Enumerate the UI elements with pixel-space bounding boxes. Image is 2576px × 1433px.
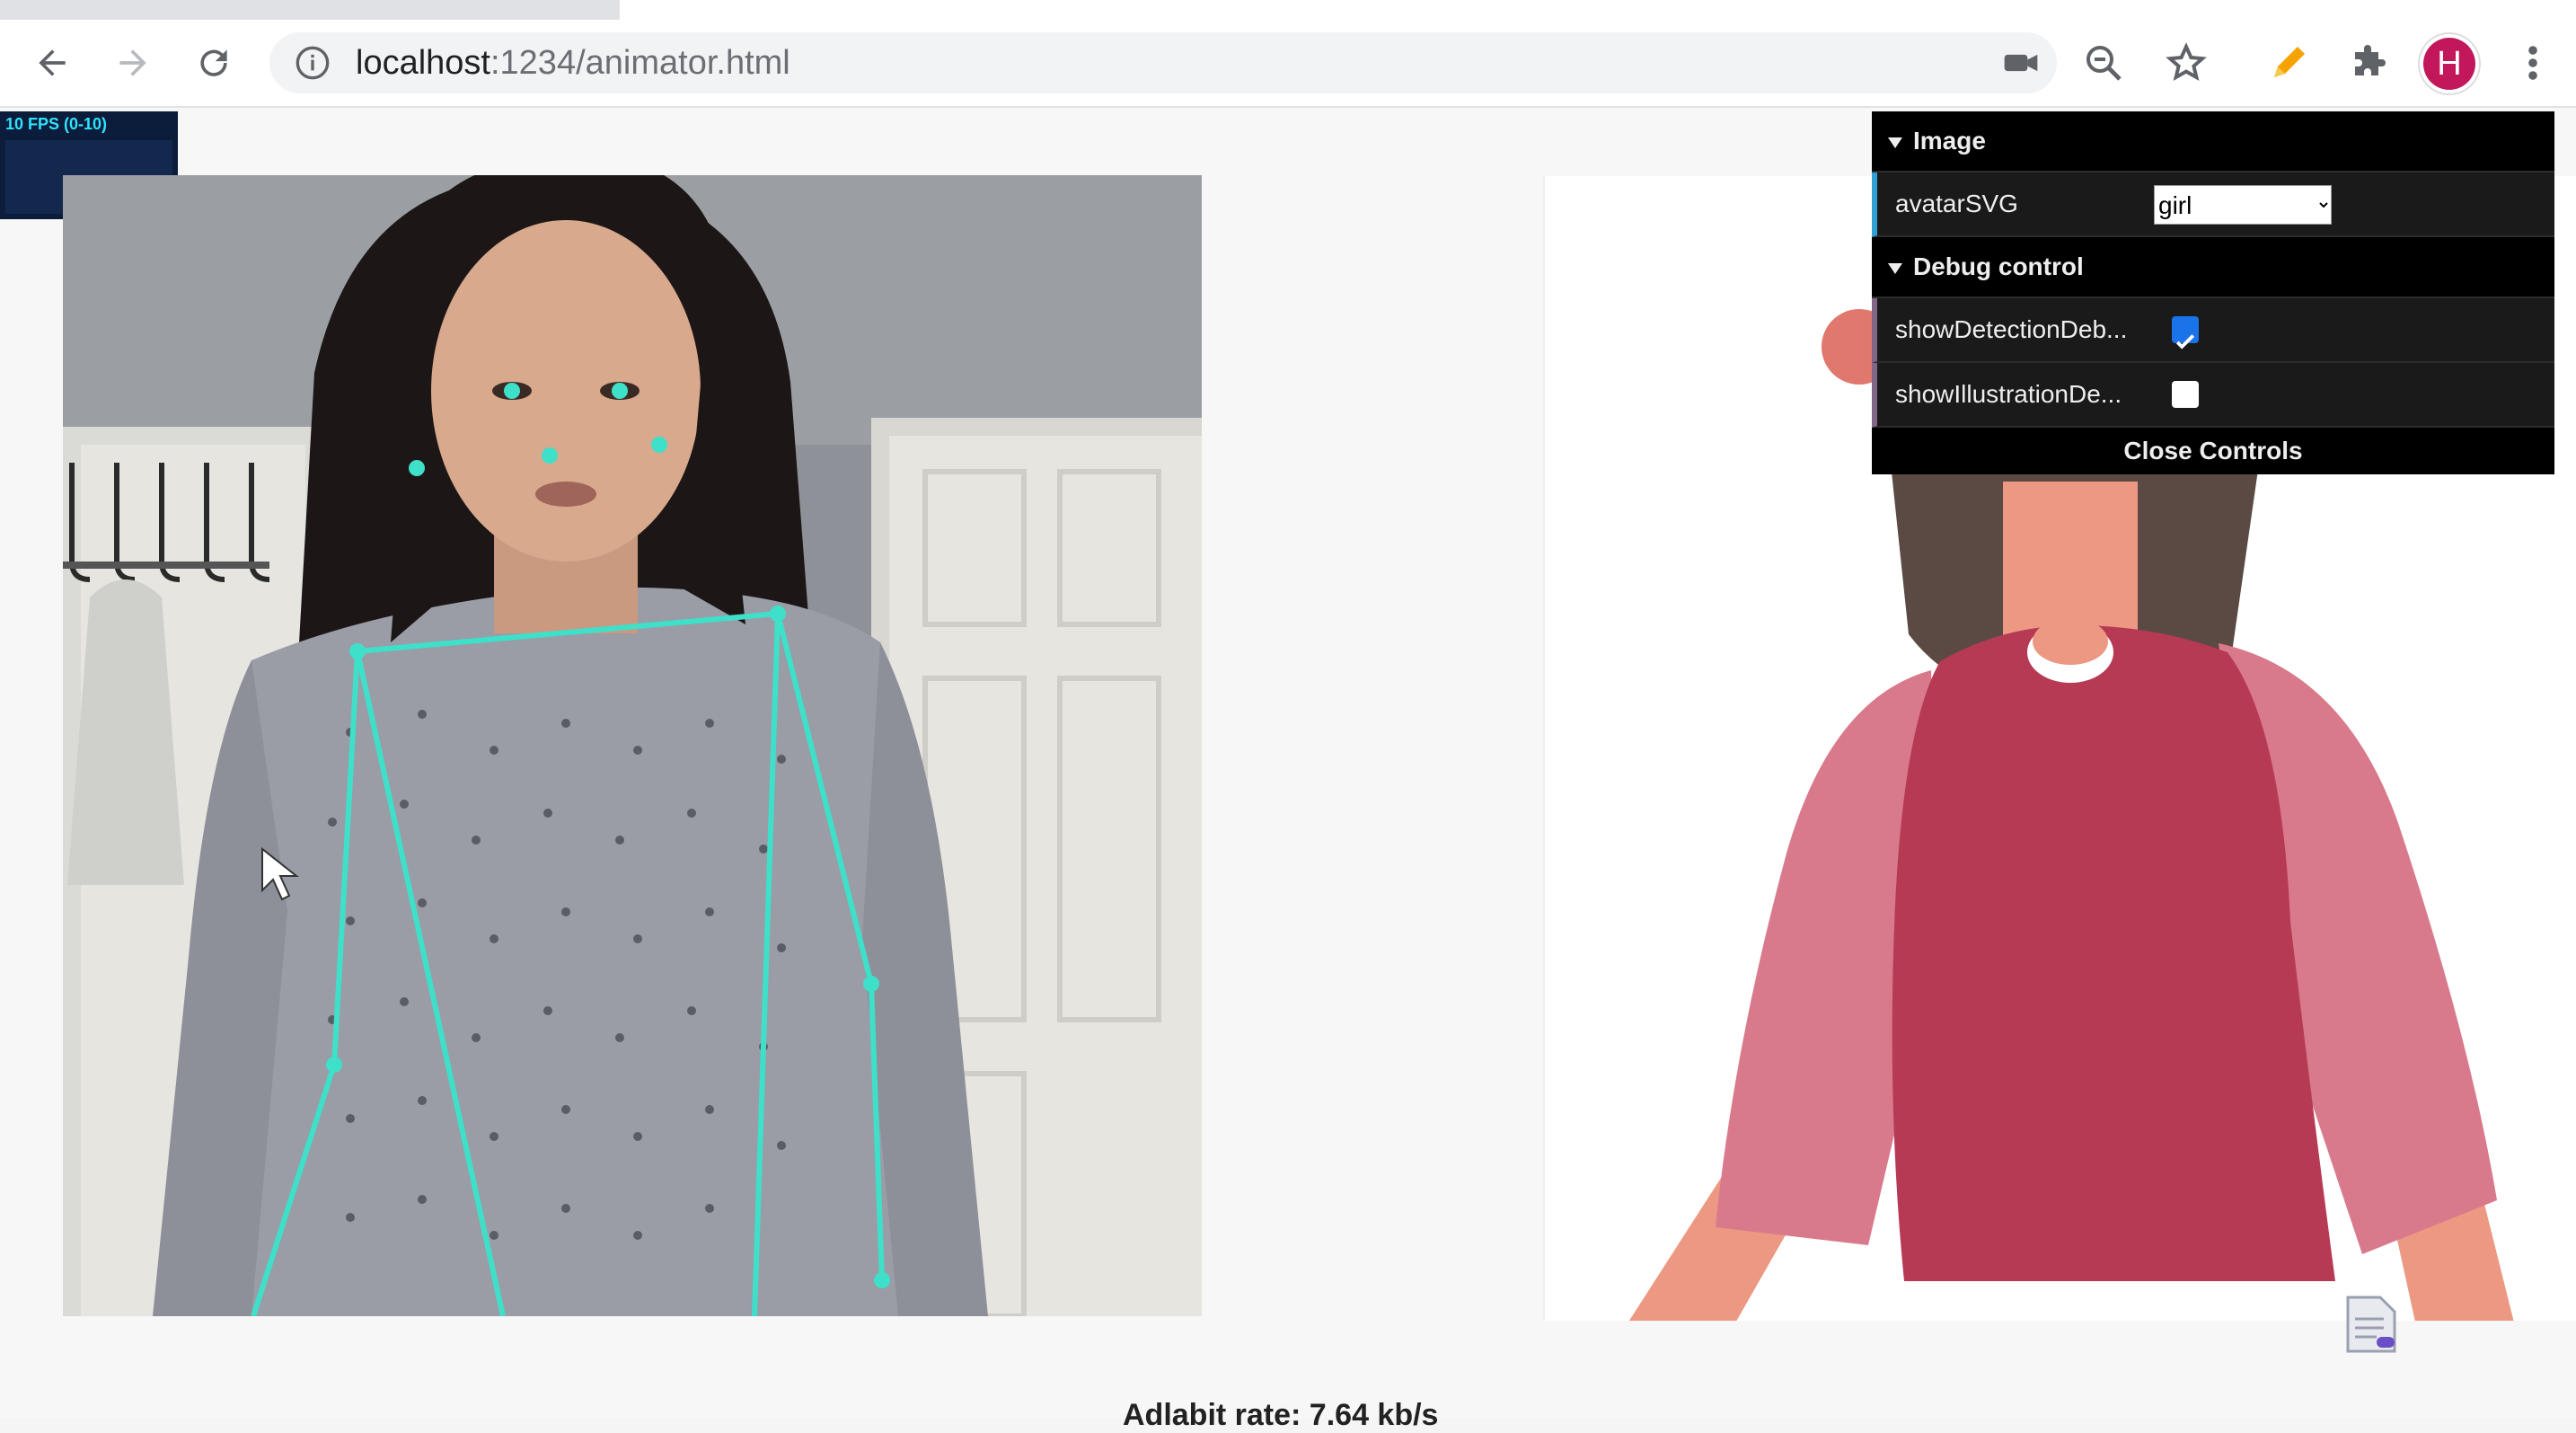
webcam-frame: [63, 175, 1202, 1316]
debug-folder-title[interactable]: Debug control: [1872, 237, 2554, 298]
profile-avatar[interactable]: H: [2423, 38, 2475, 90]
controls-panel: Image avatarSVG girl Debug control showD…: [1872, 111, 2554, 474]
avatar-svg-row: avatarSVG girl: [1872, 172, 2554, 237]
document-icon[interactable]: [2344, 1294, 2398, 1355]
show-illustration-checkbox[interactable]: [2172, 381, 2199, 408]
show-detection-label: showDetectionDeb...: [1895, 315, 2128, 343]
camera-icon[interactable]: [2001, 43, 2041, 83]
info-icon[interactable]: [295, 45, 331, 81]
show-detection-row: showDetectionDeb...: [1872, 298, 2554, 363]
address-bar[interactable]: localhost:1234/animator.html: [269, 32, 2057, 93]
show-detection-checkbox[interactable]: [2172, 316, 2199, 349]
checkmark-icon: [2175, 334, 2195, 349]
close-controls-button[interactable]: Close Controls: [1872, 428, 2554, 474]
triangle-down-icon: [1888, 137, 1902, 148]
zoom-icon[interactable]: [2082, 41, 2125, 84]
arrow-right-icon[interactable]: [111, 41, 154, 84]
triangle-down-icon: [1888, 262, 1902, 274]
browser-toolbar: localhost:1234/animator.html H: [0, 20, 2576, 108]
url-text[interactable]: localhost:1234/animator.html: [356, 45, 790, 81]
show-illustration-label: showIllustrationDe...: [1895, 380, 2122, 408]
avatar-svg-select[interactable]: girl: [2154, 185, 2332, 225]
star-icon[interactable]: [2165, 41, 2208, 84]
tab-strip: [0, 0, 2576, 20]
active-tab[interactable]: [620, 0, 2576, 20]
webcam-video: [63, 175, 1202, 1316]
image-folder-label: Image: [1913, 127, 1986, 155]
puzzle-icon[interactable]: [2348, 41, 2391, 84]
url-host: localhost: [356, 44, 490, 82]
fps-label: 10 FPS (0-10): [5, 115, 108, 133]
pen-icon[interactable]: [2267, 41, 2310, 84]
bitrate-readout: Adlabit rate: 7.64 kb/s: [1123, 1398, 1439, 1432]
reload-icon[interactable]: [192, 41, 235, 84]
avatar-svg-label: avatarSVG: [1895, 190, 2018, 217]
image-folder-title[interactable]: Image: [1872, 111, 2554, 172]
arrow-left-icon[interactable]: [31, 41, 74, 84]
show-illustration-row: showIllustrationDe...: [1872, 363, 2554, 428]
url-path: :1234/animator.html: [490, 44, 790, 82]
more-vert-icon[interactable]: [2515, 41, 2551, 84]
debug-folder-label: Debug control: [1913, 252, 2084, 280]
